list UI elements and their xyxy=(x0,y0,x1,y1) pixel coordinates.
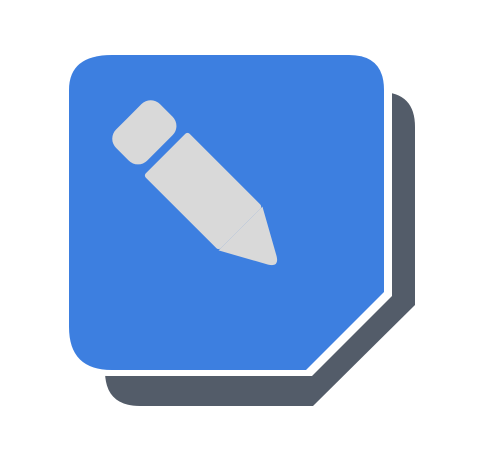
app-icon[interactable] xyxy=(0,0,477,460)
app-icon-graphic xyxy=(61,47,415,406)
